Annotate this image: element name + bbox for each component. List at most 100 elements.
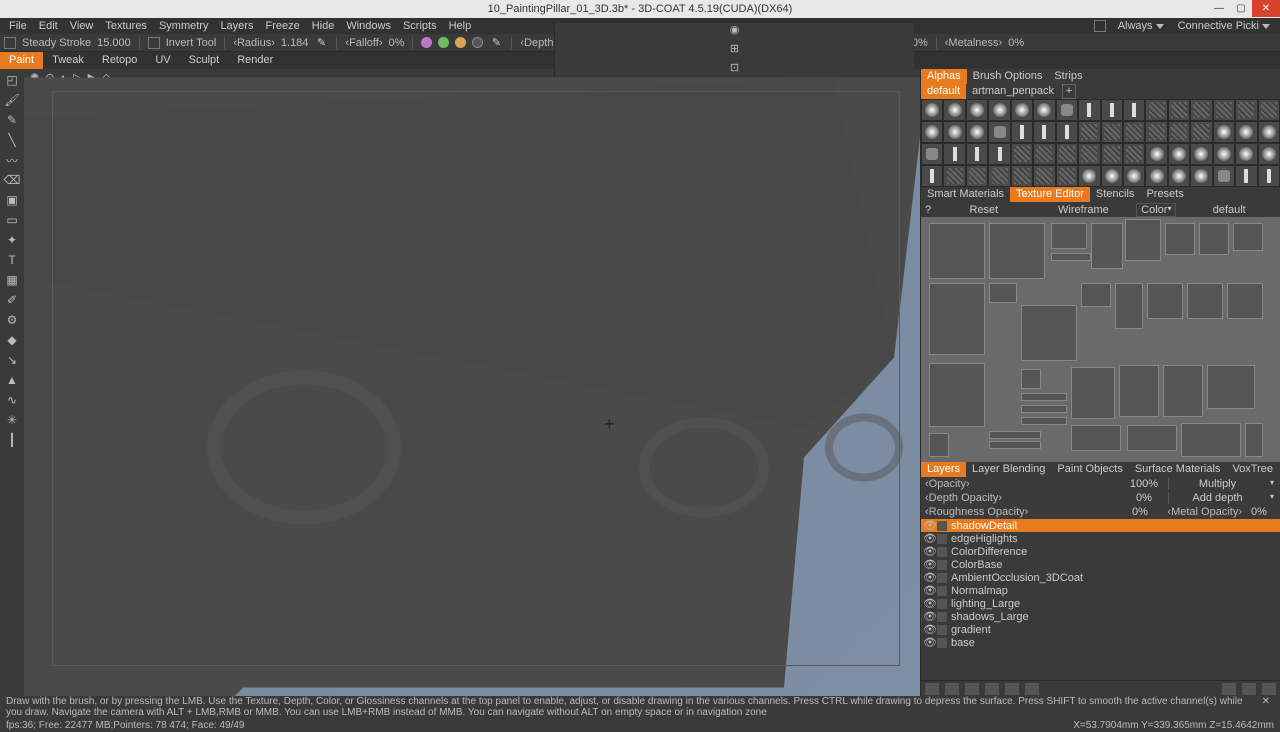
uv-island[interactable] <box>929 283 985 355</box>
invert-tool-checkbox[interactable] <box>148 37 160 49</box>
tool-symmetry[interactable]: ✳ <box>2 411 22 429</box>
te-color-dropdown[interactable]: Color▾ <box>1136 203 1176 217</box>
tool-transform[interactable]: ▦ <box>2 271 22 289</box>
alpha-thumb[interactable] <box>1190 143 1212 165</box>
alpha-thumb[interactable] <box>1056 99 1078 121</box>
menu-scripts[interactable]: Scripts <box>398 20 442 32</box>
depth-label[interactable]: ‹Depth› <box>520 37 557 49</box>
radius-value[interactable]: 1.184 <box>281 37 309 49</box>
tool-magic[interactable]: ✦ <box>2 231 22 249</box>
steady-stroke-value[interactable]: 15.000 <box>97 37 131 49</box>
tool-clone[interactable]: ◆ <box>2 331 22 349</box>
menu-textures[interactable]: Textures <box>100 20 152 32</box>
slider-metal-value[interactable]: 0% <box>1242 506 1276 518</box>
layer-visibility-icon[interactable]: 👁 <box>923 597 935 610</box>
uv-island[interactable] <box>1091 223 1123 269</box>
alpha-thumb[interactable] <box>1190 99 1212 121</box>
falloff-value[interactable]: 0% <box>389 37 405 49</box>
radius-label[interactable]: ‹Radius› <box>233 37 275 49</box>
alpha-thumb[interactable] <box>1056 121 1078 143</box>
layer-row[interactable]: 👁gradient <box>921 623 1280 636</box>
viewport[interactable]: ✺ ⊙ ◐ ▷ ▶ ◇ ◉ ⊞ ⊡ ↻ ⟲ [Camera] + <box>24 69 920 696</box>
tool-brush[interactable]: 🖌 <box>2 91 22 109</box>
tab-presets[interactable]: Presets <box>1140 187 1189 202</box>
te-wireframe[interactable]: Wireframe <box>1037 204 1131 216</box>
layer-up-button[interactable] <box>1222 683 1236 695</box>
layer-mask-button[interactable] <box>1025 683 1039 695</box>
alpha-thumb[interactable] <box>1213 143 1235 165</box>
metalness-value[interactable]: 0% <box>1008 37 1024 49</box>
color-swatch-3[interactable] <box>455 37 466 48</box>
layer-row[interactable]: 👁Normalmap <box>921 584 1280 597</box>
tab-layers[interactable]: Layers <box>921 462 966 477</box>
te-reset[interactable]: Reset <box>937 204 1031 216</box>
tool-picker[interactable]: ✐ <box>2 291 22 309</box>
uv-island[interactable] <box>1021 369 1041 389</box>
alpha-thumb[interactable] <box>1145 165 1167 187</box>
uv-island[interactable] <box>1187 283 1223 319</box>
tab-smart-materials[interactable]: Smart Materials <box>921 187 1010 202</box>
alpha-thumb[interactable] <box>988 99 1010 121</box>
uv-island[interactable] <box>1125 219 1161 261</box>
menu-file[interactable]: File <box>4 20 32 32</box>
alpha-thumb[interactable] <box>966 121 988 143</box>
alpha-thumb[interactable] <box>1101 165 1123 187</box>
always-dropdown[interactable]: Always <box>1112 20 1170 32</box>
tab-strips[interactable]: Strips <box>1048 69 1088 84</box>
alpha-thumb[interactable] <box>1123 165 1145 187</box>
tab-voxtree[interactable]: VoxTree <box>1226 462 1279 477</box>
alpha-thumb[interactable] <box>1168 165 1190 187</box>
alpha-thumb[interactable] <box>1123 99 1145 121</box>
uv-island[interactable] <box>1245 423 1263 457</box>
alpha-thumb[interactable] <box>1168 99 1190 121</box>
preset-artman[interactable]: artman_penpack <box>966 84 1060 99</box>
uv-island[interactable] <box>1163 365 1203 417</box>
tool-select[interactable]: ◰ <box>2 71 22 89</box>
stroke-mode-icon4[interactable]: ▷ <box>73 71 81 84</box>
slider-roughness-label[interactable]: ‹Roughness Opacity› <box>925 506 1116 518</box>
menu-windows[interactable]: Windows <box>341 20 396 32</box>
alpha-thumb[interactable] <box>1078 121 1100 143</box>
picking-dropdown[interactable]: Connective Picki <box>1172 20 1276 32</box>
layer-row[interactable]: 👁shadowDetail <box>921 519 1280 532</box>
alpha-thumb[interactable] <box>1235 165 1257 187</box>
alpha-thumb[interactable] <box>943 99 965 121</box>
tool-fill[interactable]: ▣ <box>2 191 22 209</box>
metalness-label[interactable]: ‹Metalness› <box>945 37 1002 49</box>
layer-misc-button[interactable] <box>1262 683 1276 695</box>
preset-default[interactable]: default <box>921 84 966 99</box>
alpha-thumb[interactable] <box>1190 121 1212 143</box>
layer-visibility-icon[interactable]: 👁 <box>923 571 935 584</box>
alpha-thumb[interactable] <box>1145 99 1167 121</box>
status-close-button[interactable]: ✕ <box>1258 696 1274 707</box>
alpha-thumb[interactable] <box>1213 121 1235 143</box>
layer-row[interactable]: 👁shadows_Large <box>921 610 1280 623</box>
alpha-thumb[interactable] <box>1258 121 1280 143</box>
menu-edit[interactable]: Edit <box>34 20 63 32</box>
alpha-thumb[interactable] <box>1033 99 1055 121</box>
vp-icon-1[interactable]: ◉ <box>730 23 740 36</box>
alpha-thumb[interactable] <box>1056 143 1078 165</box>
tab-brush-options[interactable]: Brush Options <box>967 69 1049 84</box>
layer-delete-button[interactable] <box>945 683 959 695</box>
alpha-thumb[interactable] <box>966 99 988 121</box>
uv-island[interactable] <box>1081 283 1111 307</box>
alpha-thumb[interactable] <box>966 143 988 165</box>
slider-opacity-value[interactable]: 100% <box>1120 478 1168 490</box>
color-swatch-2[interactable] <box>438 37 449 48</box>
room-sculpt[interactable]: Sculpt <box>180 52 229 69</box>
room-uv[interactable]: UV <box>146 52 179 69</box>
tool-eraser[interactable]: ⌫ <box>2 171 22 189</box>
tool-smudge[interactable]: ↘ <box>2 351 22 369</box>
menu-help[interactable]: Help <box>444 20 477 32</box>
stroke-mode-icon3[interactable]: ◐ <box>60 72 67 84</box>
alpha-thumb[interactable] <box>1190 165 1212 187</box>
alpha-thumb[interactable] <box>1101 99 1123 121</box>
alpha-thumb[interactable] <box>1258 165 1280 187</box>
room-render[interactable]: Render <box>228 52 282 69</box>
uv-island[interactable] <box>1021 305 1077 361</box>
uv-island[interactable] <box>989 223 1045 279</box>
slider-metal-label[interactable]: ‹Metal Opacity› <box>1164 506 1242 518</box>
tab-layer-blending[interactable]: Layer Blending <box>966 462 1051 477</box>
alpha-thumb[interactable] <box>1011 99 1033 121</box>
